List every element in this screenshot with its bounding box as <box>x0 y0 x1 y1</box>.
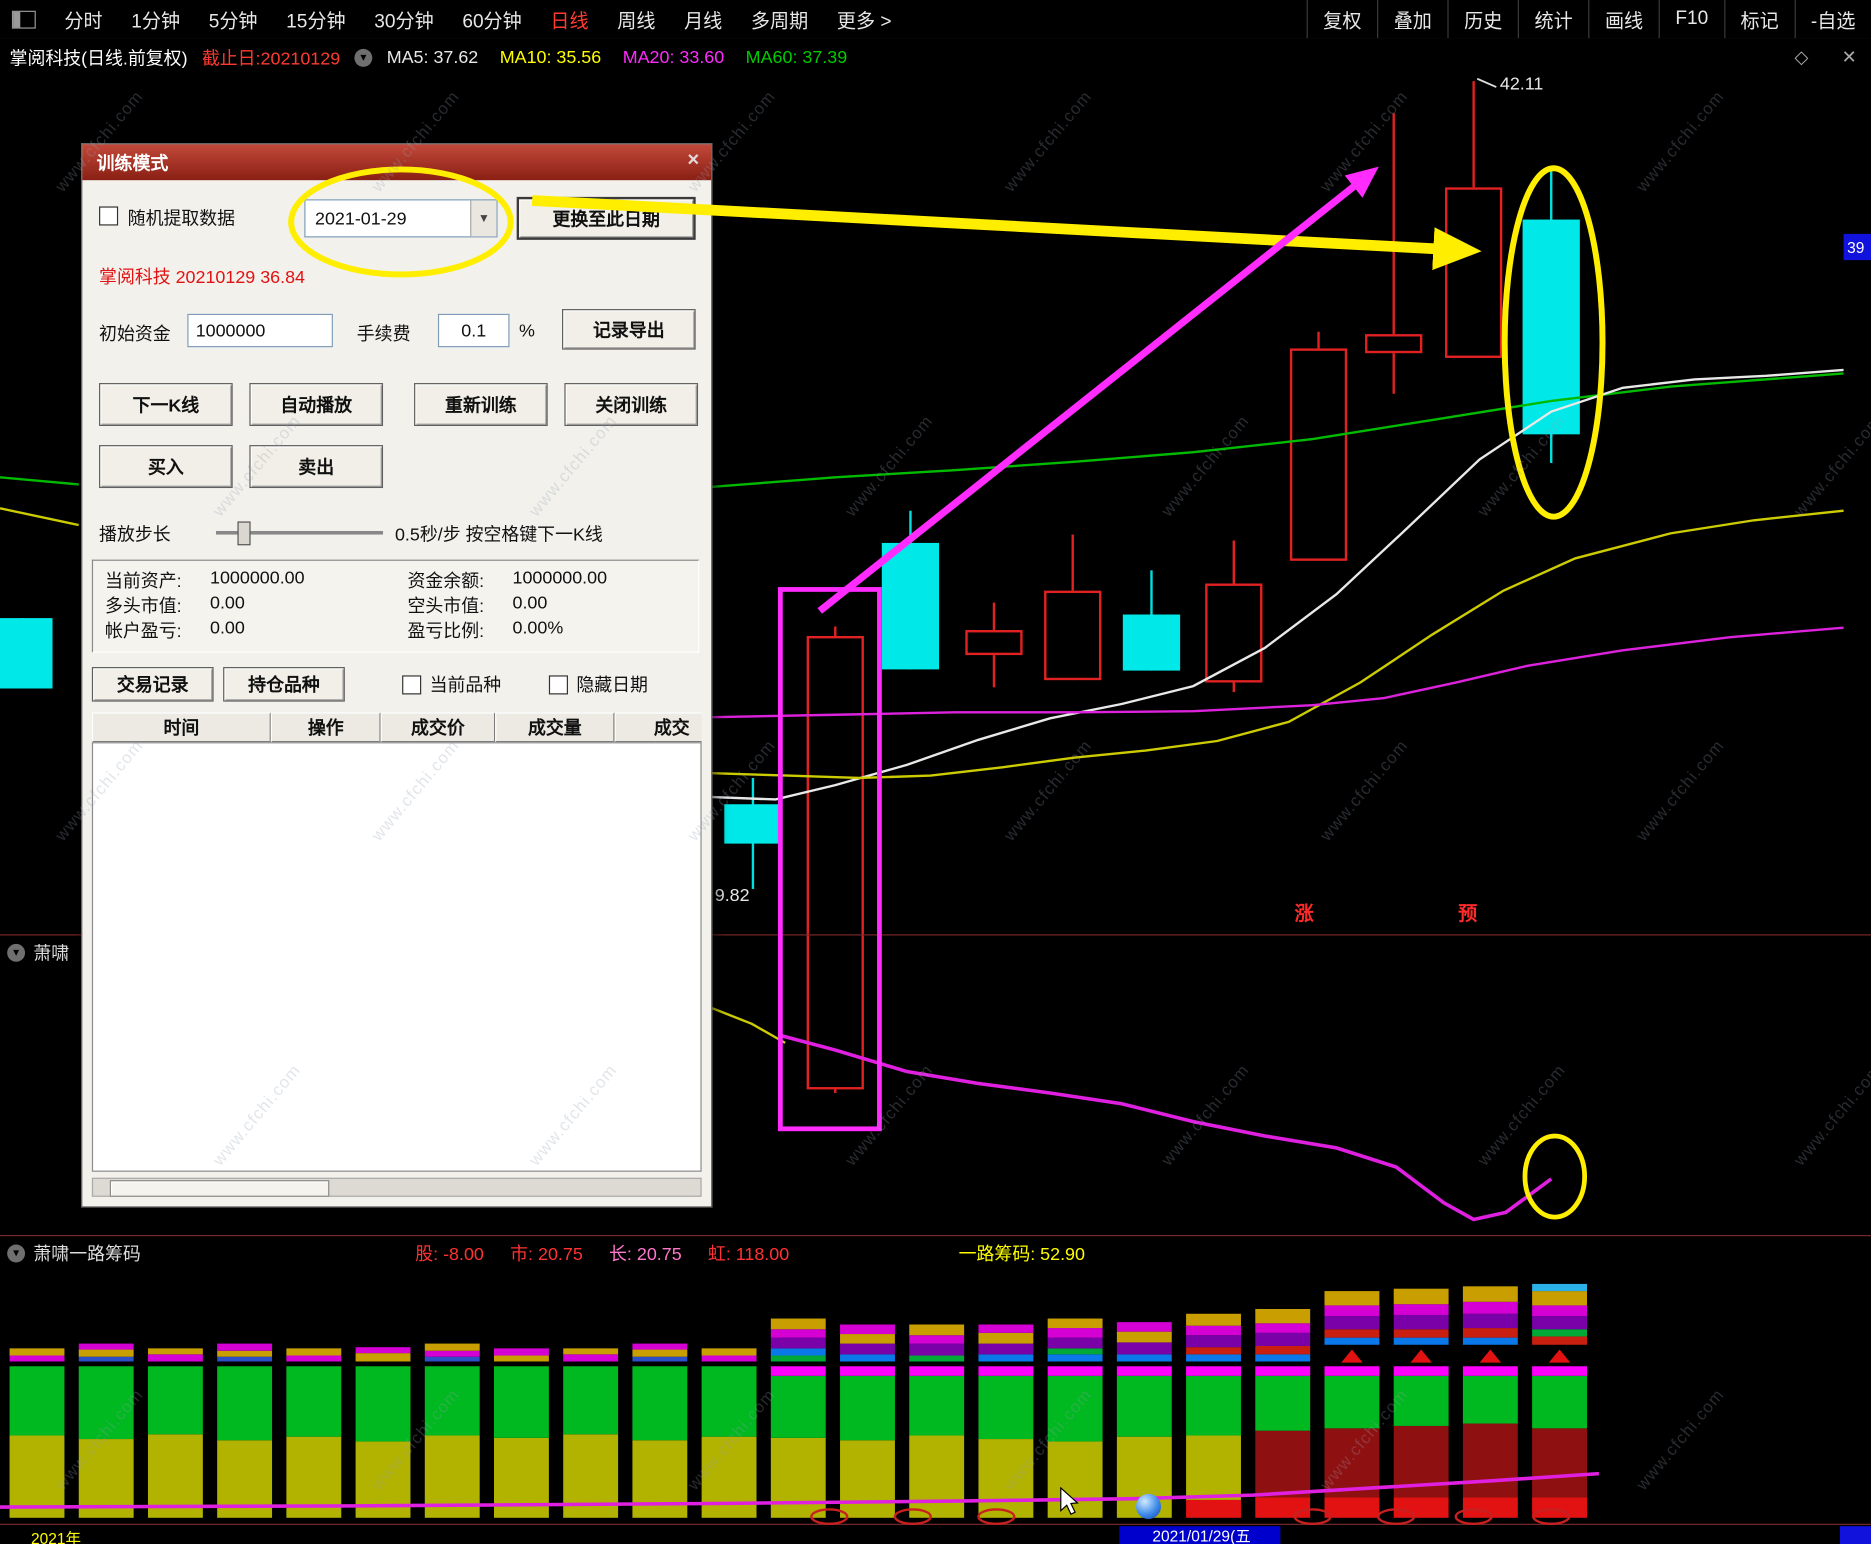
drag-handle-orb[interactable] <box>1136 1494 1161 1519</box>
annotation-layer <box>0 0 1871 1544</box>
mouse-cursor <box>1060 1487 1086 1518</box>
trading-app-window: 分时1分钟5分钟15分钟30分钟60分钟日线周线月线多周期更多 > 复权叠加历史… <box>0 0 1871 1544</box>
